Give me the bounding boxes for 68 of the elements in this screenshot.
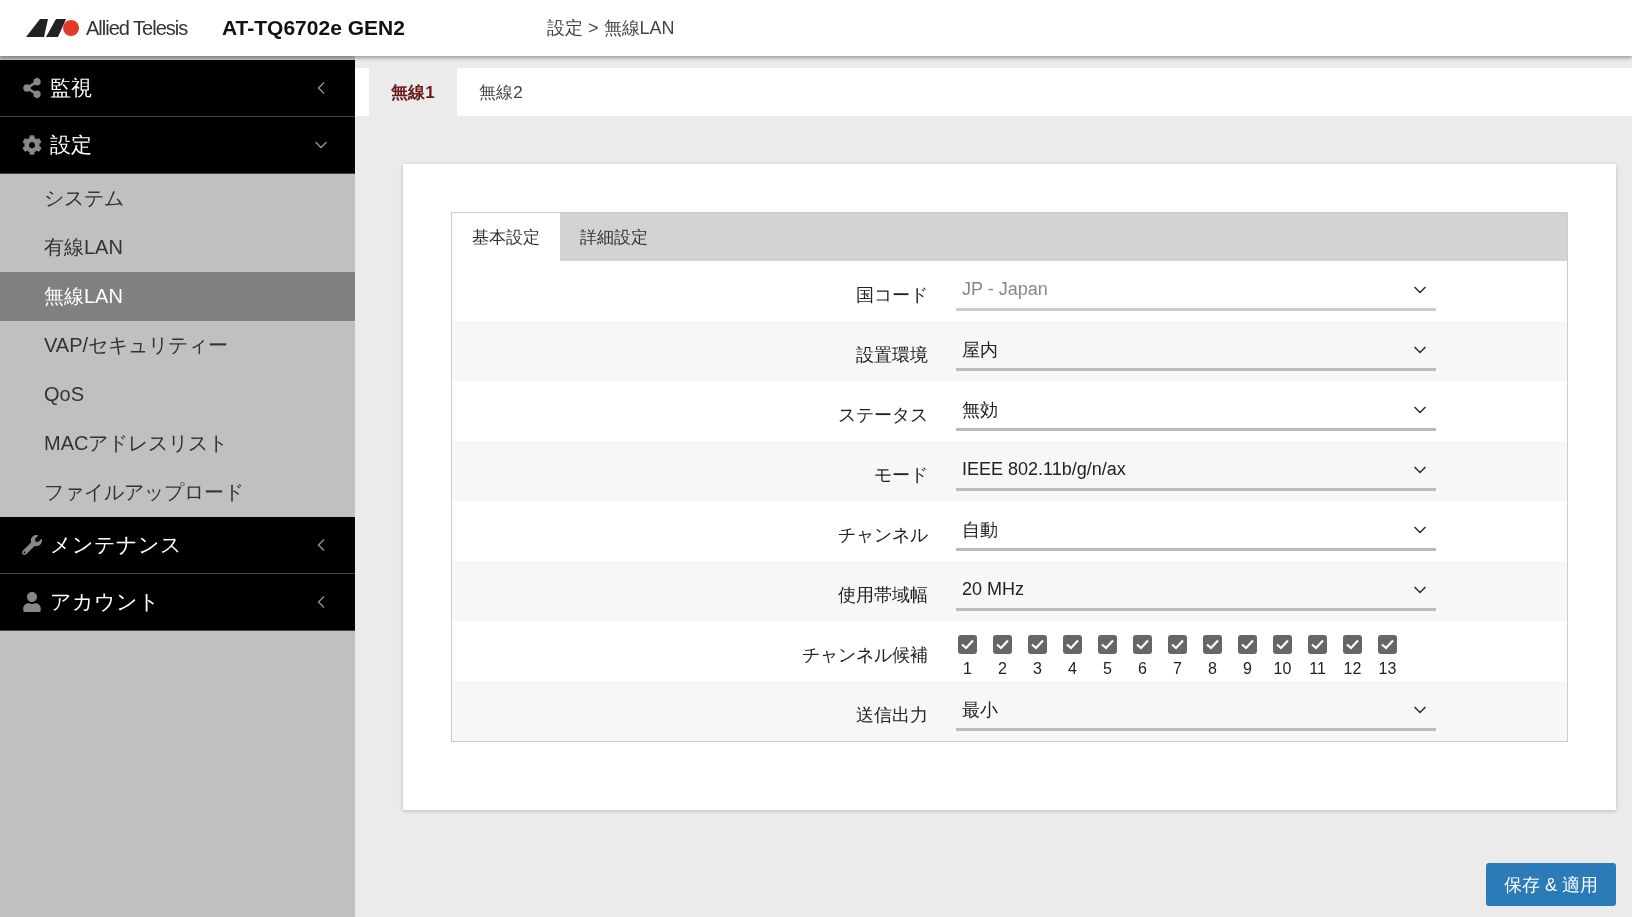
checkbox-label: 3 [1033, 659, 1042, 678]
menu-item[interactable]: システム [0, 174, 355, 223]
select-field[interactable]: 自動 [956, 511, 1436, 551]
checkbox-label: 7 [1173, 659, 1182, 678]
menu-group-label: 設定 [50, 132, 93, 158]
checkbox-label: 4 [1068, 659, 1077, 678]
menu-item[interactable]: 無線LAN [0, 272, 355, 321]
checkbox[interactable] [1063, 634, 1082, 654]
checkbox-label: 13 [1378, 659, 1397, 678]
menu-item[interactable]: ファイルアップロード [0, 468, 355, 517]
checkbox[interactable] [1133, 634, 1152, 654]
checkbox[interactable] [1273, 634, 1292, 654]
select-field[interactable]: 無効 [956, 391, 1436, 431]
menu-item[interactable]: MACアドレスリスト [0, 419, 355, 468]
checkbox-label: 12 [1343, 659, 1362, 678]
checkbox[interactable] [1378, 634, 1397, 654]
form-tab[interactable]: 基本設定 [452, 213, 560, 261]
logo-icon [26, 19, 80, 37]
field-label: チャンネル候補 [801, 644, 929, 667]
menu-group[interactable]: 監視 [0, 60, 355, 117]
field-label: 国コード [855, 284, 929, 307]
checkbox[interactable] [1308, 634, 1327, 654]
checkbox-label: 8 [1208, 659, 1217, 678]
select-field[interactable]: 最小 [956, 691, 1436, 731]
menu-item[interactable]: VAP/セキュリティー [0, 321, 355, 370]
save-button[interactable]: 保存 & 適用 [1486, 863, 1616, 906]
menu-item[interactable]: QoS [0, 370, 355, 419]
menu-group-label: メンテナンス [50, 532, 183, 558]
menu-item[interactable]: 有線LAN [0, 223, 355, 272]
checkbox-label: 9 [1243, 659, 1252, 678]
menu-group[interactable]: 設定 [0, 117, 355, 174]
checkbox[interactable] [1028, 634, 1047, 654]
form-tab[interactable]: 詳細設定 [560, 213, 668, 261]
checkbox[interactable] [1238, 634, 1257, 654]
field-label: モード [873, 464, 929, 487]
menu-group-label: アカウント [50, 589, 161, 615]
checkbox-label: 5 [1103, 659, 1112, 678]
breadcrumb: 設定 > 無線LAN [547, 17, 675, 40]
checkbox[interactable] [1343, 634, 1362, 654]
checkbox-label: 2 [998, 659, 1007, 678]
select-field[interactable]: 20 MHz [956, 571, 1436, 611]
settings-icon [22, 135, 42, 155]
wrench-icon [22, 535, 42, 555]
checkbox-label: 11 [1309, 659, 1326, 678]
radio-tab[interactable]: 無線2 [457, 68, 545, 116]
menu-group[interactable]: メンテナンス [0, 517, 355, 574]
radio-tab[interactable]: 無線1 [369, 68, 457, 116]
field-label: 送信出力 [855, 704, 929, 727]
menu-group[interactable]: アカウント [0, 574, 355, 631]
checkbox-label: 10 [1273, 659, 1292, 678]
brand-name: Allied Telesis [86, 16, 188, 40]
device-model: AT-TQ6702e GEN2 [222, 16, 406, 40]
checkbox[interactable] [1203, 634, 1222, 654]
checkbox[interactable] [1168, 634, 1187, 654]
checkbox[interactable] [958, 634, 977, 654]
field-label: 使用帯域幅 [837, 584, 929, 607]
checkbox-label: 1 [963, 659, 972, 678]
select-field[interactable]: IEEE 802.11b/g/n/ax [956, 451, 1436, 491]
field-label: ステータス [837, 404, 929, 427]
field-label: チャンネル [837, 524, 929, 547]
checkbox[interactable] [1098, 634, 1117, 654]
share-icon [22, 78, 42, 98]
checkbox[interactable] [993, 634, 1012, 654]
user-icon [22, 592, 42, 612]
checkbox-label: 6 [1138, 659, 1147, 678]
select-field[interactable]: 屋内 [956, 331, 1436, 371]
field-label: 設置環境 [855, 344, 929, 367]
menu-group-label: 監視 [50, 75, 93, 101]
